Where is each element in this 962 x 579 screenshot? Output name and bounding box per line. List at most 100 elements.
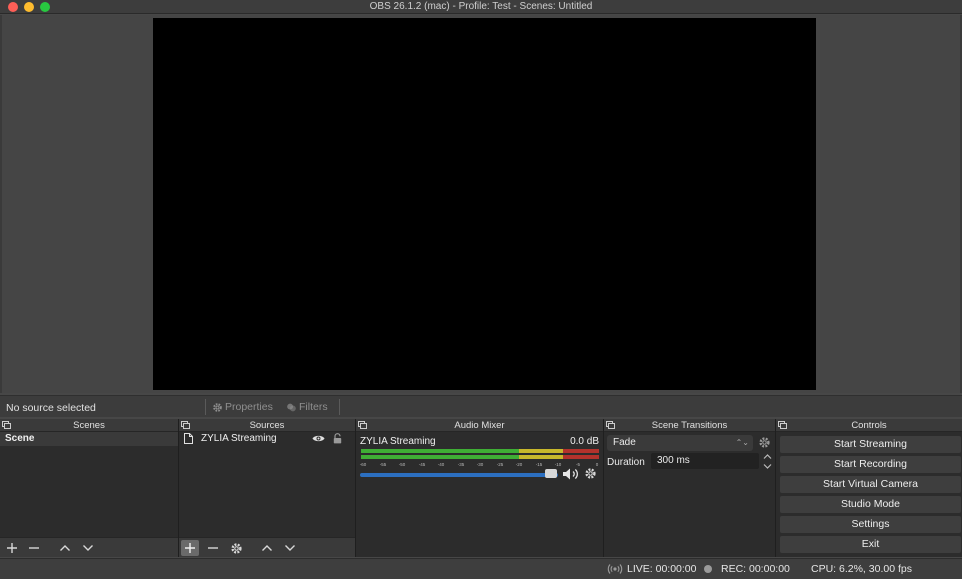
meter-tick-label: -45 xyxy=(418,462,426,467)
move-scene-down-button[interactable] xyxy=(79,540,97,556)
scene-name: Scene xyxy=(5,433,35,444)
source-list-item[interactable]: ZYLIA Streaming xyxy=(179,432,355,446)
speaker-icon[interactable] xyxy=(562,467,580,481)
meter-yellow-segment xyxy=(519,449,563,453)
audio-mixer-dock-header: Audio Mixer xyxy=(356,419,603,432)
sources-toolbar xyxy=(179,537,355,557)
volume-slider-handle[interactable] xyxy=(545,469,557,478)
audio-mixer-dock-title: Audio Mixer xyxy=(454,420,505,431)
meter-tick-label: -35 xyxy=(457,462,465,467)
rec-timer: REC: 00:00:00 xyxy=(721,563,790,575)
audio-mixer-body: ZYLIA Streaming 0.0 dB -60 -55 -50 -45 -40 -3… xyxy=(356,432,603,557)
scene-list-item[interactable]: Scene xyxy=(0,432,178,446)
plus-icon xyxy=(185,543,195,553)
plus-icon xyxy=(7,543,17,553)
move-source-down-button[interactable] xyxy=(281,540,299,556)
mixer-channel-name: ZYLIA Streaming xyxy=(360,436,436,447)
meter-green-segment xyxy=(361,449,519,453)
filter-icon xyxy=(287,403,296,411)
meter-tick-label: -30 xyxy=(476,462,484,467)
chevron-up-icon xyxy=(60,545,70,551)
select-arrows-icon: ⌃⌄ xyxy=(735,438,749,447)
chevron-down-icon xyxy=(763,464,771,469)
undock-icon[interactable] xyxy=(358,421,367,429)
minus-icon xyxy=(29,547,39,549)
lock-icon[interactable] xyxy=(333,433,342,444)
properties-label: Properties xyxy=(225,401,273,413)
audio-mixer-dock: Audio Mixer ZYLIA Streaming 0.0 dB -60 -5… xyxy=(356,419,604,557)
start-streaming-button[interactable]: Start Streaming xyxy=(780,436,961,453)
meter-red-segment xyxy=(563,449,599,453)
scenes-dock: Scenes Scene xyxy=(0,419,179,557)
controls-dock-title: Controls xyxy=(851,420,887,431)
gear-icon xyxy=(230,542,242,554)
meter-tick-label: -15 xyxy=(535,462,543,467)
preview-area xyxy=(0,15,962,393)
undock-icon[interactable] xyxy=(181,421,190,429)
eye-icon[interactable] xyxy=(312,434,325,443)
meter-yellow-segment xyxy=(519,455,563,459)
move-scene-up-button[interactable] xyxy=(56,540,74,556)
undock-icon[interactable] xyxy=(2,421,11,429)
meter-tick-label: -40 xyxy=(437,462,445,467)
start-recording-button[interactable]: Start Recording xyxy=(780,456,961,473)
undock-icon[interactable] xyxy=(778,421,787,429)
chevron-down-icon xyxy=(285,545,295,551)
sources-dock-header: Sources xyxy=(179,419,355,432)
add-source-button[interactable] xyxy=(181,540,199,556)
context-divider xyxy=(205,399,206,415)
properties-button[interactable]: Properties xyxy=(212,401,273,413)
duration-label: Duration xyxy=(607,457,645,468)
meter-tick-label: -25 xyxy=(496,462,504,467)
scene-transitions-body: Fade ⌃⌄ Duration 300 ms xyxy=(604,432,775,557)
record-dot-icon xyxy=(704,565,712,573)
filters-label: Filters xyxy=(299,401,328,413)
live-timer: LIVE: 00:00:00 xyxy=(627,563,697,575)
volume-meter: -60 -55 -50 -45 -40 -35 -30 -25 -20 -15 -10 -5 0 xyxy=(360,449,599,467)
sources-dock-title: Sources xyxy=(249,420,285,431)
cpu-fps-readout: CPU: 6.2%, 30.00 fps xyxy=(811,563,912,575)
settings-button[interactable]: Settings xyxy=(780,516,961,533)
meter-tick-label: -20 xyxy=(515,462,523,467)
exit-button[interactable]: Exit xyxy=(780,536,961,553)
volume-slider-track[interactable] xyxy=(360,473,558,477)
context-divider xyxy=(339,399,340,415)
filters-button[interactable]: Filters xyxy=(286,401,328,413)
controls-dock: Controls Start Streaming Start Recording… xyxy=(776,419,962,557)
studio-mode-button[interactable]: Studio Mode xyxy=(780,496,961,513)
chevron-up-icon xyxy=(262,545,272,551)
broadcast-icon xyxy=(607,564,623,574)
source-name: ZYLIA Streaming xyxy=(201,433,277,444)
status-bar: LIVE: 00:00:00 REC: 00:00:00 CPU: 6.2%, … xyxy=(0,558,962,579)
gear-icon[interactable] xyxy=(584,467,597,480)
undock-icon[interactable] xyxy=(606,421,615,429)
scene-transitions-dock: Scene Transitions Fade ⌃⌄ Duration 300 m… xyxy=(604,419,776,557)
meter-tick-label: -60 xyxy=(359,462,367,467)
minus-icon xyxy=(208,547,218,549)
context-bar: No source selected Properties Filters xyxy=(0,395,962,417)
title-bar: OBS 26.1.2 (mac) - Profile: Test - Scene… xyxy=(0,0,962,14)
controls-dock-header: Controls xyxy=(776,419,962,432)
move-source-up-button[interactable] xyxy=(258,540,276,556)
remove-scene-button[interactable] xyxy=(25,540,43,556)
gear-icon xyxy=(213,402,222,412)
add-scene-button[interactable] xyxy=(3,540,21,556)
transition-select[interactable]: Fade ⌃⌄ xyxy=(607,435,753,451)
gear-icon[interactable] xyxy=(758,436,771,449)
source-properties-button[interactable] xyxy=(227,540,245,556)
duration-stepper[interactable] xyxy=(761,453,773,469)
duration-value: 300 ms xyxy=(657,455,690,466)
duration-input[interactable]: 300 ms xyxy=(651,453,759,469)
chevron-up-icon xyxy=(763,454,771,459)
meter-tick-label: -50 xyxy=(398,462,406,467)
start-virtual-camera-button[interactable]: Start Virtual Camera xyxy=(780,476,961,493)
meter-tick-label: -10 xyxy=(554,462,562,467)
file-icon xyxy=(184,433,193,444)
transition-value: Fade xyxy=(613,437,636,448)
scene-transitions-dock-header: Scene Transitions xyxy=(604,419,775,432)
chevron-down-icon xyxy=(83,545,93,551)
obs-main-window: OBS 26.1.2 (mac) - Profile: Test - Scene… xyxy=(0,0,962,579)
remove-source-button[interactable] xyxy=(204,540,222,556)
scene-transitions-dock-title: Scene Transitions xyxy=(651,420,728,431)
preview-canvas[interactable] xyxy=(153,18,816,390)
